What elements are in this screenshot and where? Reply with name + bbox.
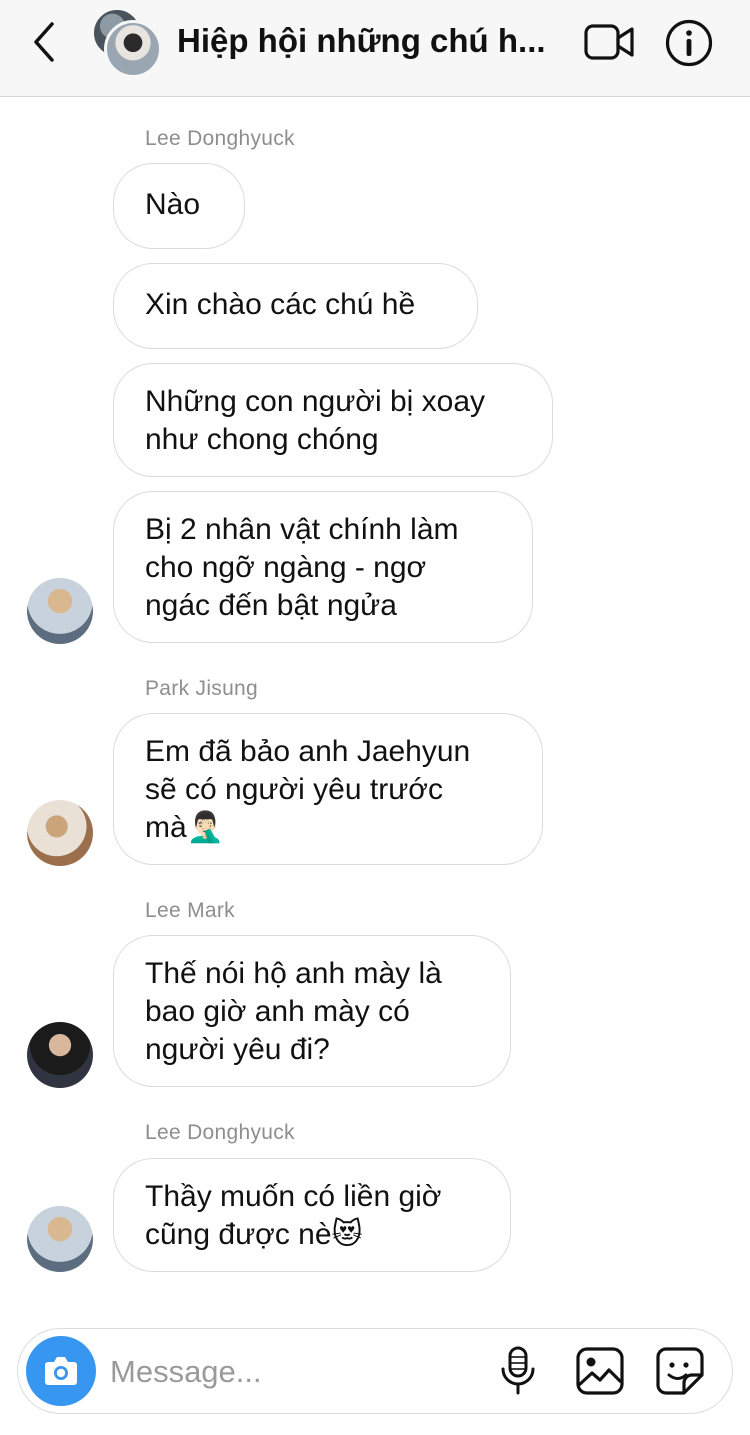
avatar (104, 20, 162, 78)
message-bubble[interactable]: Xin chào các chú hề (113, 263, 478, 349)
message-input[interactable] (108, 1347, 492, 1397)
avatar[interactable] (27, 1022, 93, 1088)
message-text: mà (145, 811, 187, 844)
microphone-button[interactable] (498, 1345, 538, 1397)
message-text: Những con người bị xoay (145, 385, 486, 418)
chat-title[interactable]: Hiệp hội những chú h... (177, 18, 567, 64)
sticker-icon (656, 1347, 704, 1395)
back-button[interactable] (22, 18, 66, 66)
sender-name: Park Jisung (145, 677, 259, 700)
avatar[interactable] (27, 578, 93, 644)
sticker-button[interactable] (654, 1345, 706, 1397)
message-bubble[interactable]: Nào (113, 163, 245, 249)
video-call-button[interactable] (583, 18, 635, 66)
message-text: Thầy muốn có liền giờ (145, 1180, 442, 1213)
image-icon (576, 1347, 624, 1395)
message-text: Em đã bảo anh Jaehyun (145, 735, 471, 768)
message-bubble[interactable]: Những con người bị xoay như chong chóng (113, 363, 553, 477)
message-text: Thế nói hộ anh mày là (145, 957, 442, 990)
message-text: Bị 2 nhân vật chính làm (145, 513, 459, 546)
message-text: người yêu đi? (145, 1033, 330, 1066)
group-avatar[interactable] (90, 8, 162, 78)
video-camera-icon (584, 24, 634, 60)
message-text: ngác đến bật ngửa (145, 589, 397, 622)
sender-name: Lee Mark (145, 899, 235, 922)
camera-icon (45, 1357, 77, 1385)
heart-eyes-cat-emoji: 😻 (331, 1217, 363, 1252)
info-button[interactable] (664, 18, 714, 68)
message-text: Xin chào các chú hề (145, 288, 416, 321)
message-text: cho ngỡ ngàng - ngơ (145, 551, 427, 584)
sender-name: Lee Donghyuck (145, 1121, 295, 1144)
message-text: Nào (145, 188, 201, 221)
message-bubble[interactable]: Bị 2 nhân vật chính làm cho ngỡ ngàng - … (113, 491, 533, 643)
avatar[interactable] (27, 1206, 93, 1272)
message-bubble[interactable]: Thầy muốn có liền giờ cũng được nè😻 (113, 1158, 511, 1272)
message-bubble[interactable]: Em đã bảo anh Jaehyun sẽ có người yêu tr… (113, 713, 543, 865)
message-bubble[interactable]: Thế nói hộ anh mày là bao giờ anh mày có… (113, 935, 511, 1087)
microphone-icon (501, 1346, 535, 1395)
message-composer (17, 1328, 733, 1414)
info-icon (665, 19, 713, 67)
message-text: sẽ có người yêu trước (145, 773, 443, 806)
camera-button[interactable] (26, 1336, 96, 1406)
sender-name: Lee Donghyuck (145, 127, 295, 150)
message-text: cũng được nè (145, 1218, 332, 1251)
avatar[interactable] (27, 800, 93, 866)
message-text: bao giờ anh mày có (145, 995, 410, 1028)
facepalm-emoji: 🤦🏻‍♂️ (186, 810, 225, 845)
message-text: như chong chóng (145, 423, 379, 456)
gallery-button[interactable] (574, 1345, 626, 1397)
chevron-left-icon (34, 22, 54, 62)
chat-header: Hiệp hội những chú h... (0, 0, 750, 97)
